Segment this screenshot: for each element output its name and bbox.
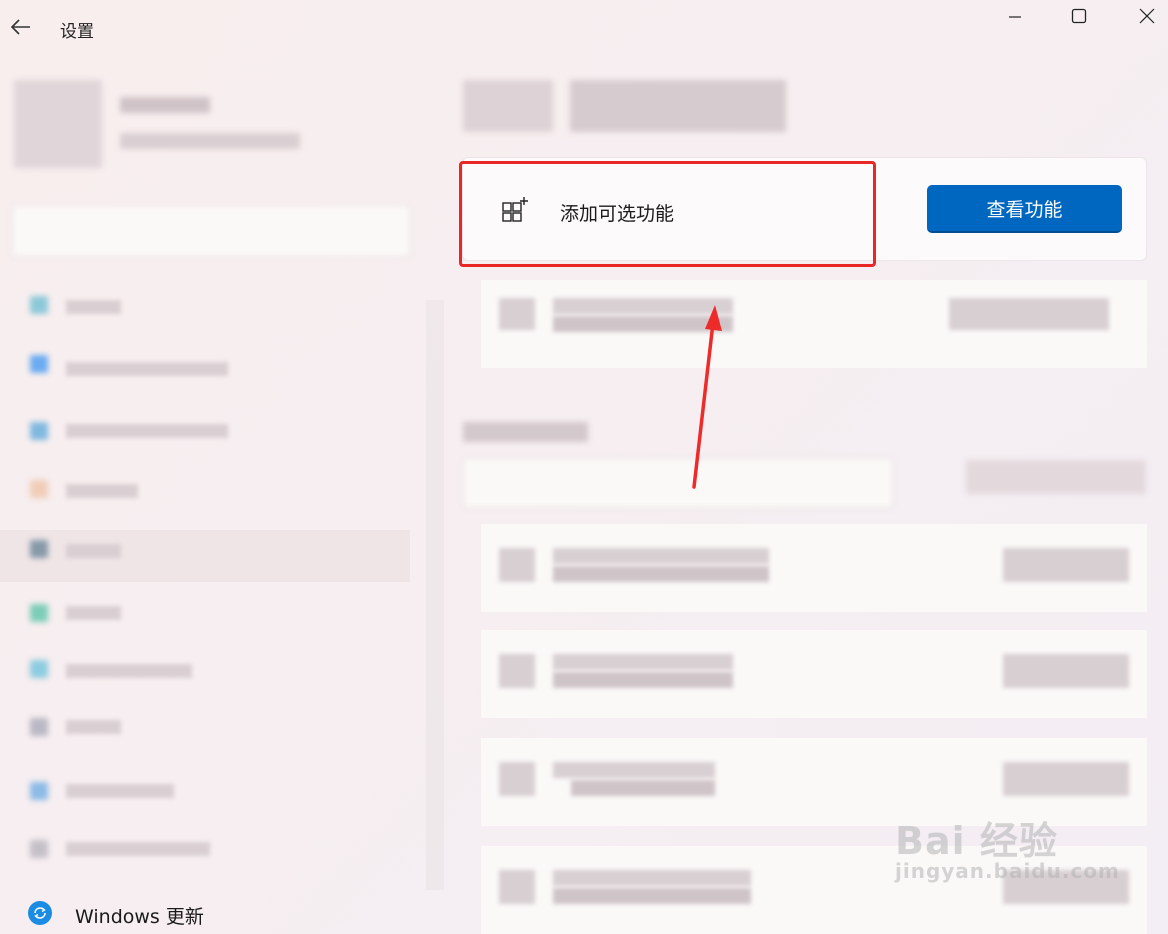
windows-update-icon — [28, 901, 52, 925]
sidebar-item-windows-update[interactable]: Windows 更新 — [75, 902, 204, 929]
feature-item[interactable] — [481, 630, 1147, 718]
search-installed-features[interactable] — [463, 458, 893, 508]
minimize-icon — [1009, 16, 1021, 18]
watermark-brand: Bai 经验 — [895, 819, 1058, 863]
sidebar-item[interactable] — [66, 300, 121, 314]
view-features-button[interactable]: 查看功能 — [927, 185, 1122, 233]
close-button[interactable] — [1124, 4, 1168, 28]
sidebar-item-selected[interactable] — [0, 530, 410, 582]
sidebar-item[interactable] — [66, 424, 228, 438]
watermark-url: jingyan.baidu.com — [895, 859, 1120, 883]
sidebar-item[interactable] — [66, 544, 121, 558]
sidebar-item-icon — [30, 355, 48, 373]
sidebar-item-icon — [30, 840, 48, 858]
sidebar-item-icon — [30, 604, 48, 622]
feature-item[interactable] — [481, 524, 1147, 612]
sidebar-item[interactable] — [66, 606, 121, 620]
avatar — [14, 80, 102, 168]
minimize-button[interactable] — [992, 4, 1038, 28]
close-icon — [1139, 8, 1155, 24]
page-title — [463, 80, 553, 132]
maximize-button[interactable] — [1056, 4, 1102, 28]
maximize-icon — [1071, 8, 1087, 24]
annotation-highlight-box — [459, 161, 876, 267]
sidebar-item-icon — [30, 660, 48, 678]
sidebar-item-icon — [30, 718, 48, 736]
sidebar-scrollbar[interactable] — [426, 300, 444, 890]
sort-dropdown[interactable] — [966, 460, 1146, 494]
sidebar-item[interactable] — [66, 484, 138, 498]
back-arrow-icon[interactable] — [8, 14, 34, 40]
sidebar-item[interactable] — [66, 664, 192, 678]
sidebar-item-icon — [30, 422, 48, 440]
sidebar-item-icon — [30, 480, 48, 498]
annotation-arrow-icon — [692, 305, 722, 489]
sidebar-item[interactable] — [66, 784, 174, 798]
section-heading — [463, 422, 588, 442]
sidebar-item[interactable] — [66, 720, 121, 734]
sidebar-item-icon — [30, 296, 48, 314]
sidebar-item-icon — [30, 782, 48, 800]
sidebar-item[interactable] — [66, 842, 210, 856]
app-title: 设置 — [60, 22, 94, 42]
sidebar-item[interactable] — [66, 362, 228, 376]
feature-history-card[interactable] — [481, 280, 1147, 368]
baidu-watermark: Bai 经验 jingyan.baidu.com — [895, 810, 1120, 883]
search-input[interactable] — [12, 205, 410, 257]
sidebar-item-icon — [30, 540, 48, 558]
